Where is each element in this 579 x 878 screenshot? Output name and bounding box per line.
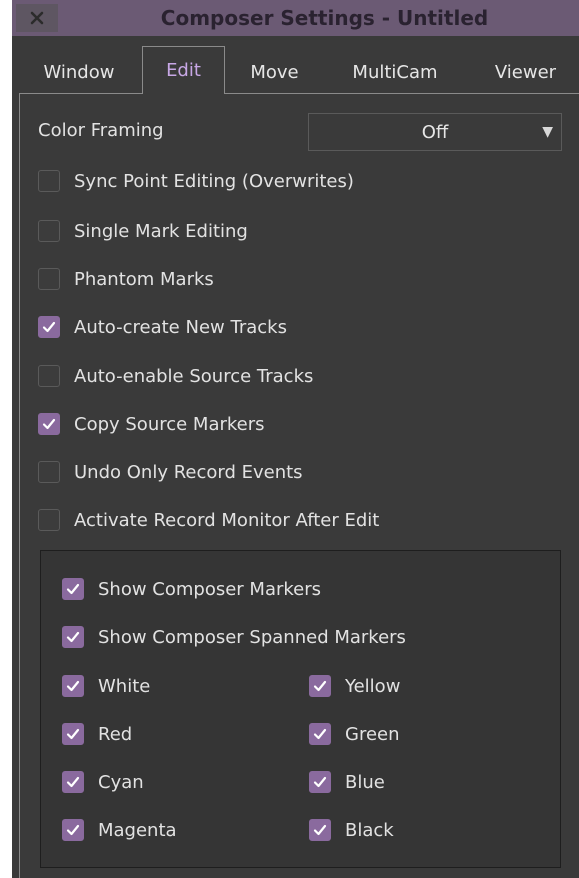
checkbox[interactable] [38, 413, 60, 435]
checkbox[interactable] [62, 675, 84, 697]
tab-multicam[interactable]: MultiCam [330, 50, 460, 94]
dropdown-triangle-icon: ▼ [542, 124, 553, 140]
checkbox[interactable] [62, 771, 84, 793]
marker-color-blue[interactable]: Blue [309, 771, 385, 793]
checkmark-icon [313, 728, 327, 740]
title-bar: Composer Settings - Untitled [12, 0, 579, 36]
option-activate-record-monitor[interactable]: Activate Record Monitor After Edit [38, 509, 379, 531]
checkbox[interactable] [62, 723, 84, 745]
option-copy-source-markers[interactable]: Copy Source Markers [38, 413, 265, 435]
checkbox[interactable] [38, 461, 60, 483]
option-label: Cyan [98, 771, 144, 793]
marker-color-black[interactable]: Black [309, 819, 394, 841]
color-framing-value: Off [421, 121, 449, 143]
tab-divider [224, 93, 579, 94]
panel-border [19, 93, 20, 878]
window-title: Composer Settings - Untitled [160, 6, 489, 30]
option-sync-point-editing[interactable]: Sync Point Editing (Overwrites) [38, 170, 354, 192]
option-label: White [98, 675, 151, 697]
checkmark-icon [313, 824, 327, 836]
option-label: Auto-enable Source Tracks [74, 365, 314, 387]
marker-color-yellow[interactable]: Yellow [309, 675, 400, 697]
option-undo-only-record-events[interactable]: Undo Only Record Events [38, 461, 303, 483]
checkmark-icon [42, 321, 56, 333]
checkbox[interactable] [38, 316, 60, 338]
option-label: Yellow [345, 675, 401, 697]
color-framing-select[interactable]: Off ▼ [308, 113, 562, 151]
tab-window[interactable]: Window [20, 50, 138, 94]
tab-move[interactable]: Move [227, 50, 322, 94]
checkbox[interactable] [38, 268, 60, 290]
tab-viewer[interactable]: Viewer [472, 50, 579, 94]
close-button[interactable] [16, 4, 58, 32]
checkbox[interactable] [38, 365, 60, 387]
checkmark-icon [66, 728, 80, 740]
option-auto-create-new-tracks[interactable]: Auto-create New Tracks [38, 316, 287, 338]
option-show-composer-markers[interactable]: Show Composer Markers [62, 578, 321, 600]
option-label: Red [98, 723, 133, 745]
option-label: Phantom Marks [74, 268, 214, 290]
checkbox[interactable] [309, 771, 331, 793]
checkmark-icon [66, 824, 80, 836]
option-label: Activate Record Monitor After Edit [74, 509, 380, 531]
checkbox[interactable] [309, 723, 331, 745]
option-label: Single Mark Editing [74, 220, 248, 242]
checkbox[interactable] [62, 819, 84, 841]
close-x-icon [30, 11, 44, 25]
tab-bar: Window Edit Move MultiCam Viewer [12, 36, 579, 94]
option-label: Green [345, 723, 400, 745]
option-label: Copy Source Markers [74, 413, 265, 435]
option-label: Sync Point Editing (Overwrites) [74, 170, 354, 192]
option-phantom-marks[interactable]: Phantom Marks [38, 268, 214, 290]
checkmark-icon [66, 631, 80, 643]
tab-edit[interactable]: Edit [142, 46, 225, 94]
checkmark-icon [313, 680, 327, 692]
option-label: Magenta [98, 819, 177, 841]
checkbox[interactable] [62, 626, 84, 648]
checkbox[interactable] [38, 509, 60, 531]
marker-color-red[interactable]: Red [62, 723, 132, 745]
option-label: Show Composer Markers [98, 578, 322, 600]
checkmark-icon [66, 680, 80, 692]
option-auto-enable-source-tracks[interactable]: Auto-enable Source Tracks [38, 365, 313, 387]
checkbox[interactable] [309, 819, 331, 841]
checkbox[interactable] [38, 220, 60, 242]
checkmark-icon [66, 776, 80, 788]
checkmark-icon [66, 583, 80, 595]
checkmark-icon [313, 776, 327, 788]
option-label: Show Composer Spanned Markers [98, 626, 406, 648]
checkbox[interactable] [38, 170, 60, 192]
tab-divider [19, 93, 143, 94]
marker-color-cyan[interactable]: Cyan [62, 771, 144, 793]
option-label: Auto-create New Tracks [74, 316, 287, 338]
marker-color-green[interactable]: Green [309, 723, 400, 745]
option-single-mark-editing[interactable]: Single Mark Editing [38, 220, 248, 242]
marker-color-white[interactable]: White [62, 675, 150, 697]
option-label: Undo Only Record Events [74, 461, 303, 483]
option-show-composer-spanned-markers[interactable]: Show Composer Spanned Markers [62, 626, 406, 648]
checkmark-icon [42, 418, 56, 430]
option-label: Blue [345, 771, 385, 793]
composer-settings-window: Composer Settings - Untitled Window Edit… [12, 0, 579, 878]
marker-color-magenta[interactable]: Magenta [62, 819, 177, 841]
option-label: Black [345, 819, 394, 841]
checkbox[interactable] [309, 675, 331, 697]
checkbox[interactable] [62, 578, 84, 600]
color-framing-label: Color Framing [38, 120, 164, 141]
